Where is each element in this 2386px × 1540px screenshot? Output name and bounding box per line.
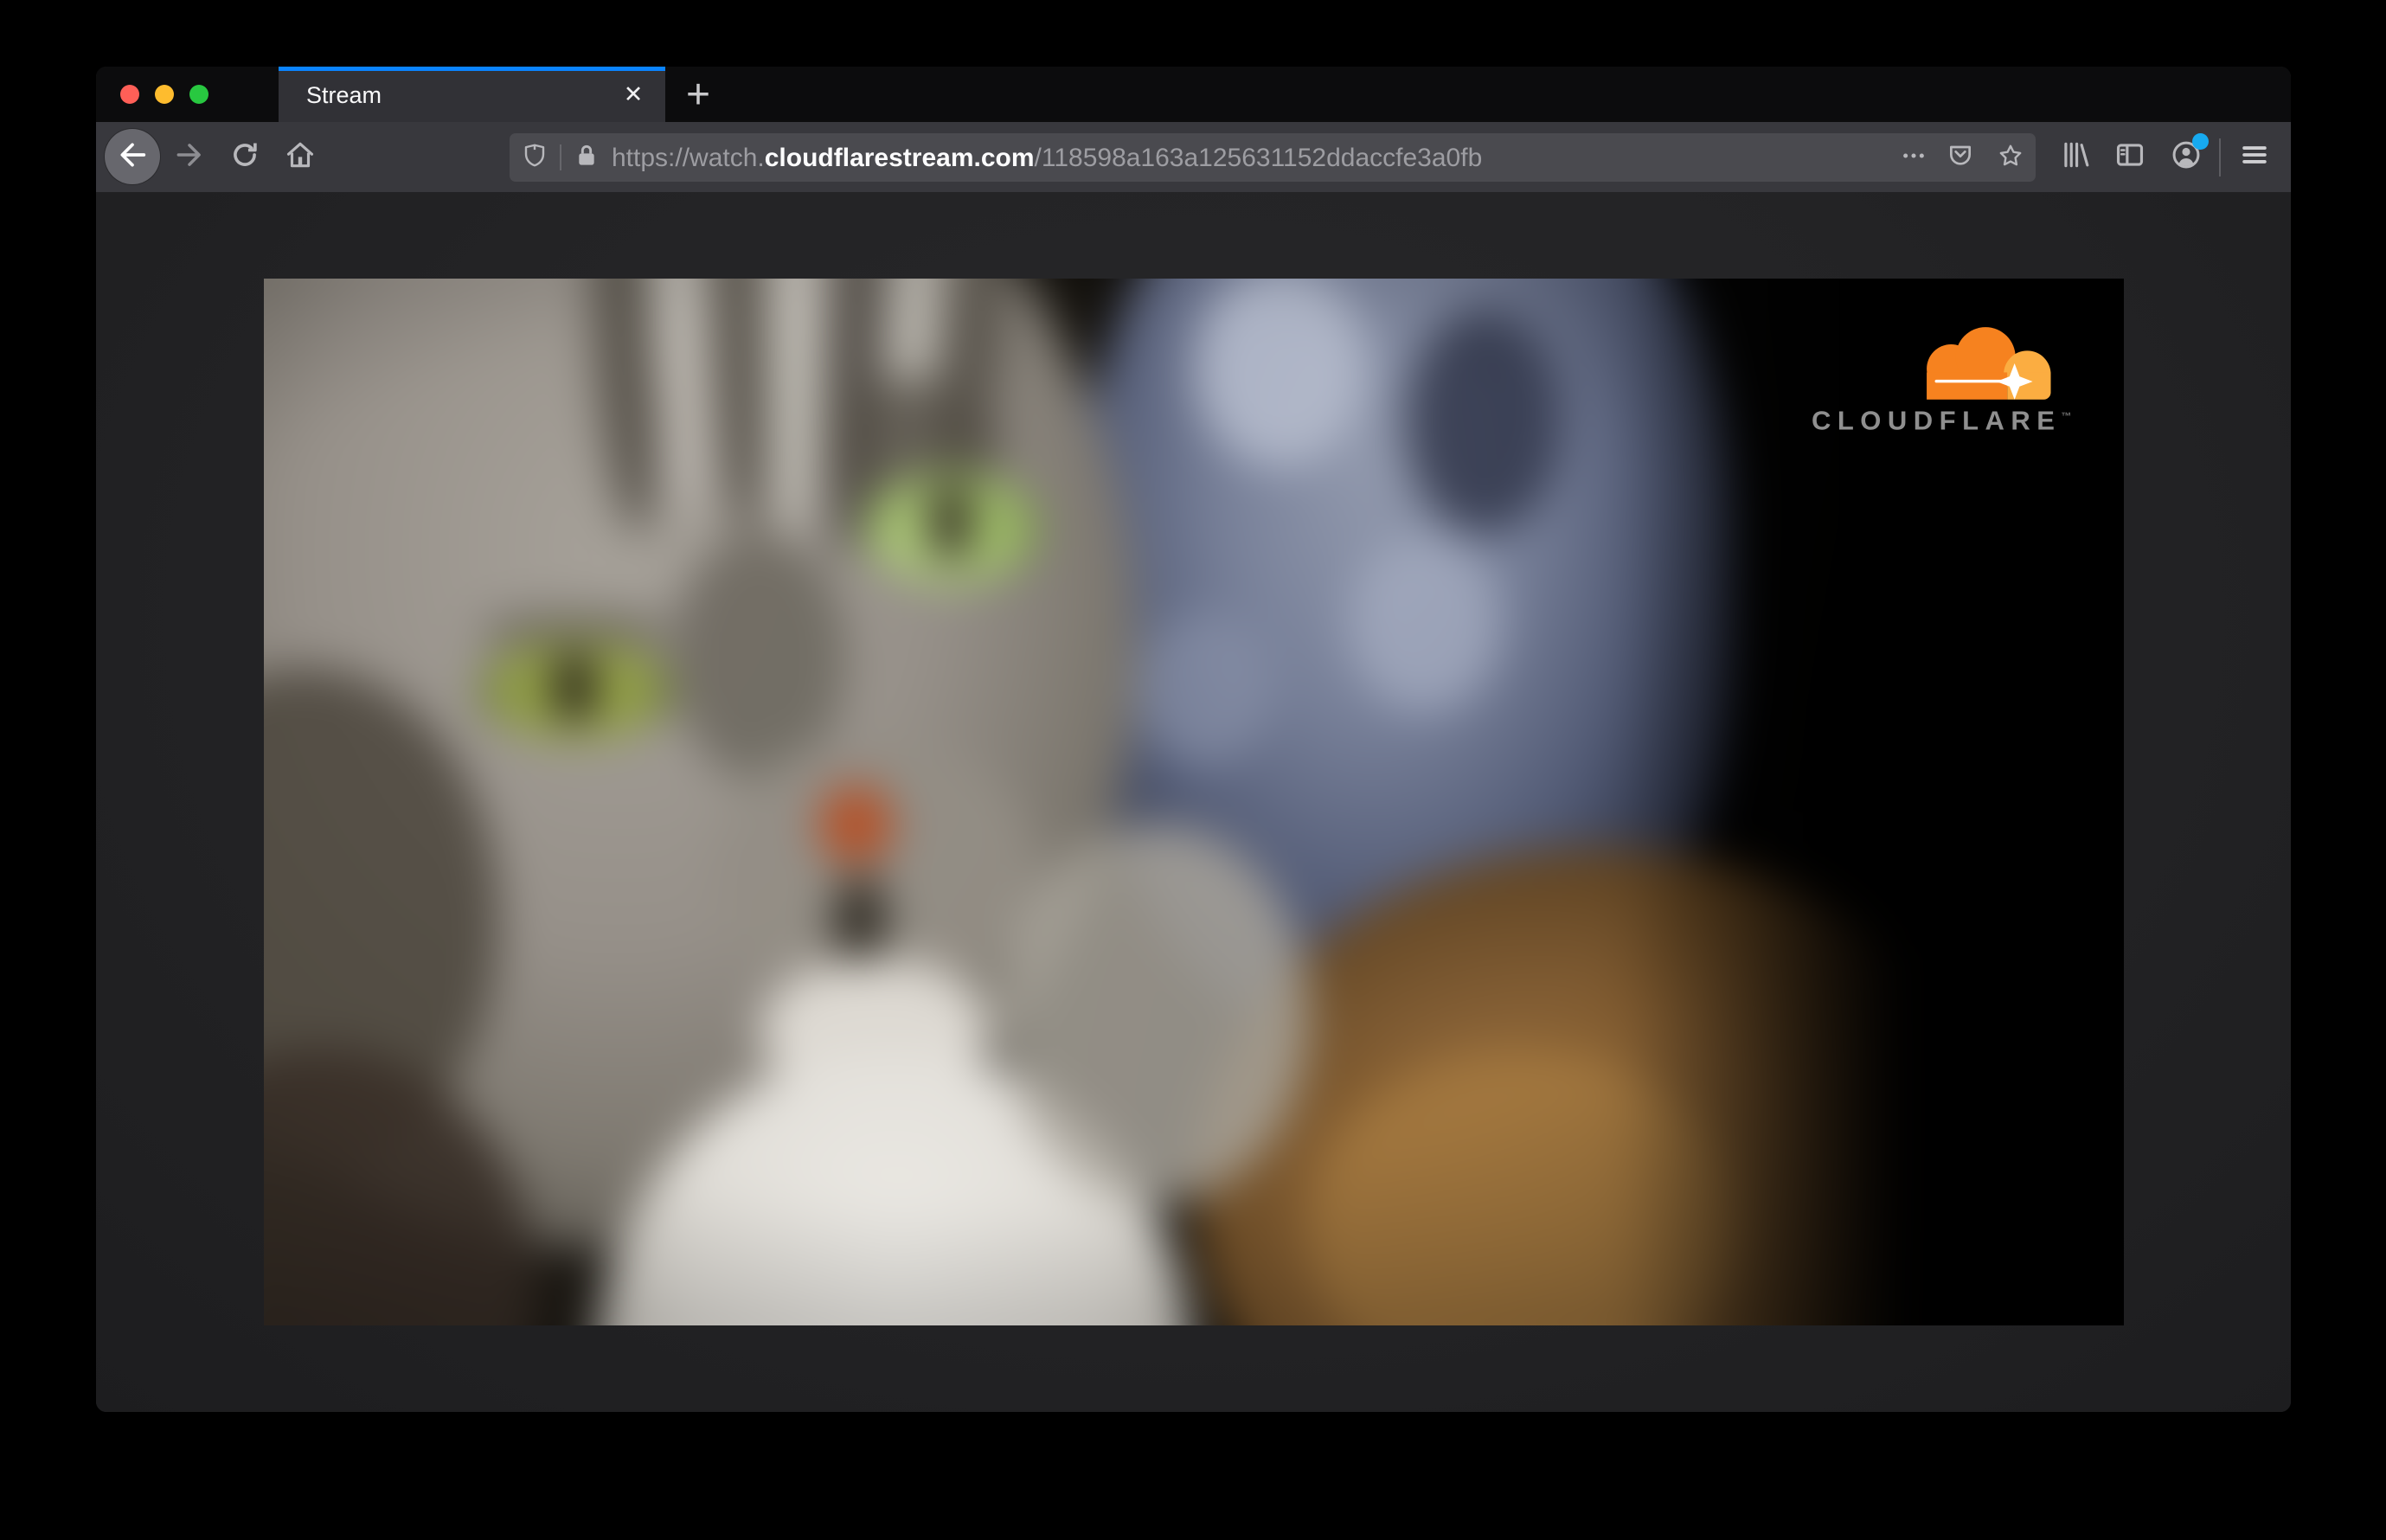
library-icon [2059,138,2092,176]
menu-button[interactable] [2235,138,2274,176]
cloudflare-cloud-icon [1926,327,2051,400]
tab-stream[interactable]: Stream ✕ [279,67,665,122]
traffic-lights [120,67,208,122]
hamburger-icon [2238,138,2271,176]
url-path: /118598a163a125631152ddaccfe3a0fb [1034,144,1483,172]
tab-close-button[interactable]: ✕ [617,78,650,111]
browser-window: Stream ✕ + https://watch.cloudflarestrea… [96,67,2291,1412]
star-icon [1997,142,2024,174]
tracking-protection-button[interactable] [520,143,549,172]
reload-button[interactable] [226,138,264,176]
trademark-symbol: ™ [2061,410,2072,422]
cloudflare-wordmark: CLOUDFLARE™ [1811,405,2072,436]
save-to-pocket-button[interactable] [1946,143,1975,172]
three-dots-icon [1900,142,1927,174]
back-icon [115,138,150,176]
forward-button[interactable] [170,138,208,176]
navigation-toolbar: https://watch.cloudflarestream.com/11859… [96,122,2291,192]
home-button[interactable] [281,138,319,176]
forward-icon [173,138,206,176]
bookmark-button[interactable] [1996,143,2025,172]
video-player[interactable]: CLOUDFLARE™ [263,279,2124,1325]
url-text: https://watch.cloudflarestream.com/11859… [612,133,1482,182]
home-icon [284,138,317,176]
url-prefix: https://watch. [612,144,765,172]
sidebar-button[interactable] [2111,138,2149,176]
account-notification-badge [2192,133,2209,150]
page-content: CLOUDFLARE™ [96,192,2291,1412]
pocket-icon [1947,142,1974,174]
toolbar-divider [2219,138,2221,176]
new-tab-button[interactable]: + [674,72,722,118]
url-bar[interactable]: https://watch.cloudflarestream.com/11859… [510,133,2036,182]
cloudflare-watermark: CLOUDFLARE™ [1786,325,2072,435]
reload-icon [228,138,261,176]
zoom-window-button[interactable] [189,85,208,104]
library-button[interactable] [2056,138,2094,176]
urlbar-divider [560,144,561,170]
tab-title: Stream [306,82,382,108]
lock-icon [573,142,600,174]
close-window-button[interactable] [120,85,139,104]
desktop: Stream ✕ + https://watch.cloudflarestrea… [0,0,2386,1540]
account-button[interactable] [2167,133,2209,176]
video-frame-blurry-cat [263,279,2124,1325]
page-actions-button[interactable] [1899,143,1928,172]
minimize-window-button[interactable] [155,85,174,104]
back-button[interactable] [105,129,160,184]
shield-icon [521,142,548,174]
connection-security-button[interactable] [572,143,601,172]
sidebar-icon [2113,138,2146,176]
url-domain: cloudflarestream.com [764,144,1035,172]
tab-bar: Stream ✕ + [96,67,2291,122]
